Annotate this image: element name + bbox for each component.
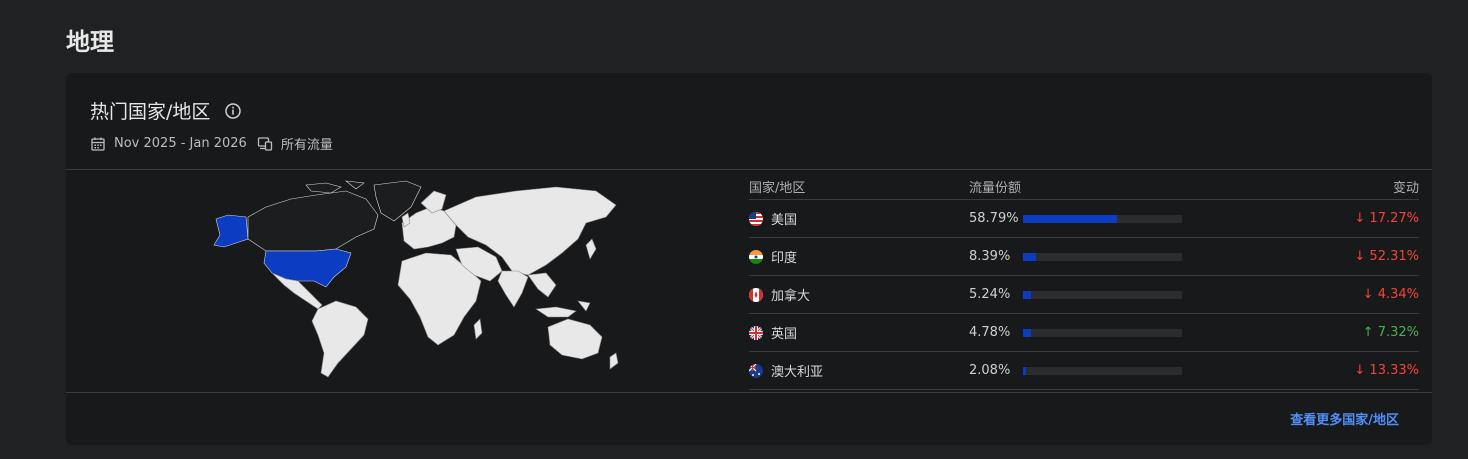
- map-region-usa: [263, 248, 352, 288]
- share-bar: [1023, 328, 1182, 337]
- map-region-japan: [585, 238, 597, 260]
- au-flag-icon: [749, 363, 763, 378]
- country-name: 澳大利亚: [771, 365, 824, 380]
- arrow-down-icon: ↓: [1354, 249, 1366, 264]
- devices-icon: [257, 136, 273, 152]
- meta-row: Nov 2025 - Jan 2026 所有流量: [90, 134, 333, 153]
- country-name: 英国: [771, 327, 798, 342]
- divider: [66, 392, 1432, 393]
- table-row[interactable]: 澳大利亚 2.08% ↓ 13.33%: [749, 352, 1419, 390]
- card-title-row: 热门国家/地区: [90, 97, 333, 124]
- us-flag-icon: [749, 211, 763, 226]
- map-region-alaska: [213, 214, 249, 248]
- share-percent: 58.79%: [969, 211, 1019, 226]
- country-name: 美国: [771, 213, 798, 228]
- card-header: 热门国家/地区 Nov 2025 - Jan 2026 所有流量: [90, 97, 333, 153]
- header-change: 变动: [1392, 180, 1419, 196]
- ca-flag-icon: [749, 287, 763, 302]
- arrow-down-icon: ↓: [1354, 363, 1366, 378]
- change-value: ↓ 4.34%: [1362, 287, 1419, 302]
- table-row[interactable]: 加拿大 5.24% ↓ 4.34%: [749, 276, 1419, 314]
- header-country: 国家/地区: [749, 180, 806, 196]
- top-countries-card: 热门国家/地区 Nov 2025 - Jan 2026 所有流量 国家/地区 流…: [66, 73, 1432, 445]
- country-name: 加拿大: [771, 289, 811, 304]
- share-bar: [1023, 214, 1182, 223]
- arrow-up-icon: ↑: [1362, 325, 1374, 340]
- countries-table: 国家/地区 流量份额 变动 美国 58.79% ↓ 17.27% 印度 8.39…: [749, 173, 1419, 390]
- card-title: 热门国家/地区: [90, 101, 211, 123]
- map-region-south-america: [311, 300, 369, 378]
- change-value: ↓ 13.33%: [1354, 363, 1419, 378]
- in-flag-icon: [749, 249, 763, 264]
- map-region-australia: [547, 318, 603, 360]
- share-bar: [1023, 366, 1182, 375]
- table-header: 国家/地区 流量份额 变动: [749, 173, 1419, 200]
- view-more-countries-link[interactable]: 查看更多国家/地区: [1290, 409, 1399, 428]
- info-icon[interactable]: [224, 102, 242, 120]
- map-region-madagascar: [473, 318, 483, 340]
- date-range: Nov 2025 - Jan 2026: [114, 136, 247, 151]
- world-map: [206, 177, 626, 383]
- map-region-se-asia: [527, 272, 557, 298]
- share-percent: 4.78%: [969, 325, 1011, 340]
- table-row[interactable]: 英国 4.78% ↑ 7.32%: [749, 314, 1419, 352]
- traffic-filter: 所有流量: [280, 138, 333, 153]
- change-value: ↓ 17.27%: [1354, 211, 1419, 226]
- map-region-new-zealand: [609, 352, 619, 370]
- share-bar: [1023, 290, 1182, 299]
- header-share: 流量份额: [969, 180, 1022, 196]
- share-percent: 8.39%: [969, 249, 1011, 264]
- arrow-down-icon: ↓: [1362, 287, 1374, 302]
- share-percent: 5.24%: [969, 287, 1011, 302]
- change-value: ↓ 52.31%: [1354, 249, 1419, 264]
- map-region-canada: [247, 190, 379, 252]
- calendar-icon: [90, 136, 106, 152]
- divider: [66, 169, 1432, 170]
- table-row[interactable]: 印度 8.39% ↓ 52.31%: [749, 238, 1419, 276]
- section-title: 地理: [66, 28, 114, 56]
- change-value: ↑ 7.32%: [1362, 325, 1419, 340]
- map-region-india: [497, 270, 529, 308]
- arrow-down-icon: ↓: [1354, 211, 1366, 226]
- table-row[interactable]: 美国 58.79% ↓ 17.27%: [749, 200, 1419, 238]
- share-percent: 2.08%: [969, 363, 1011, 378]
- country-name: 印度: [771, 251, 798, 266]
- map-region-indonesia: [535, 300, 591, 318]
- map-region-canada-islands: [305, 180, 365, 194]
- share-bar: [1023, 252, 1182, 261]
- gb-flag-icon: [749, 325, 763, 340]
